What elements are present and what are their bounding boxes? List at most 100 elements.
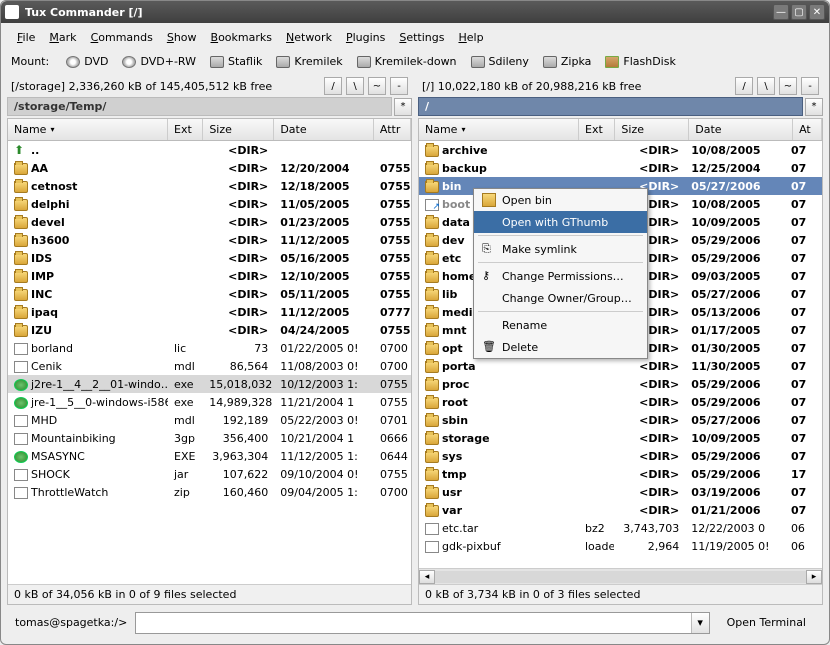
table-row[interactable]: jre-1__5__0-windows-i586exe14,989,32811/… [8, 393, 411, 411]
table-row[interactable]: devel<DIR>01/23/20050755 [8, 213, 411, 231]
menu-settings[interactable]: Settings [393, 29, 450, 46]
table-row[interactable]: storage<DIR>10/09/200507 [419, 429, 822, 447]
mount-kremilek[interactable]: Kremilek [269, 52, 349, 71]
mount-zipka[interactable]: Zipka [536, 52, 599, 71]
scroll-left-icon[interactable]: ◂ [419, 570, 435, 584]
cell-date: 11/08/2003 0! [274, 359, 374, 374]
ctx-rename[interactable]: Rename [474, 314, 647, 336]
right-btn-bslash[interactable]: \ [757, 77, 775, 95]
table-row[interactable]: etc.tarbz23,743,70312/22/2003 006 [419, 519, 822, 537]
close-button[interactable]: ✕ [809, 4, 825, 20]
command-input[interactable] [136, 613, 690, 633]
table-row[interactable]: MHDmdl192,18905/22/2003 0!0701 [8, 411, 411, 429]
left-col-date[interactable]: Date [274, 119, 374, 140]
table-row[interactable]: proc<DIR>05/29/200607 [419, 375, 822, 393]
table-row[interactable]: sbin<DIR>05/27/200607 [419, 411, 822, 429]
table-row[interactable]: j2re-1__4__2__01-windo…exe15,018,03210/1… [8, 375, 411, 393]
table-row[interactable]: INC<DIR>05/11/20050755 [8, 285, 411, 303]
mount-kremilek-down[interactable]: Kremilek-down [350, 52, 464, 71]
mount-staflik[interactable]: Staflik [203, 52, 269, 71]
cell-date: 01/21/2006 [685, 503, 785, 518]
ctx-delete[interactable]: 🗑Delete [474, 336, 647, 358]
scroll-right-icon[interactable]: ▸ [806, 570, 822, 584]
maximize-button[interactable]: ▢ [791, 4, 807, 20]
hd-icon [543, 56, 557, 68]
menu-commands[interactable]: Commands [85, 29, 159, 46]
table-row[interactable]: archive<DIR>10/08/200507 [419, 141, 822, 159]
right-btn-tilde[interactable]: ~ [779, 77, 797, 95]
right-col-date[interactable]: Date [689, 119, 793, 140]
right-col-size[interactable]: Size [615, 119, 689, 140]
left-col-attr[interactable]: Attr [374, 119, 411, 140]
right-btn-minus[interactable]: - [801, 77, 819, 95]
table-row[interactable]: root<DIR>05/29/200607 [419, 393, 822, 411]
table-row[interactable]: SHOCKjar107,62209/10/2004 0!0755 [8, 465, 411, 483]
ctx-make-symlink[interactable]: ⎘Make symlink [474, 238, 647, 260]
ctx-change-owner-group-[interactable]: Change Owner/Group… [474, 287, 647, 309]
mount-dvd+-rw[interactable]: DVD+-RW [115, 52, 203, 71]
ctx-change-permissions-[interactable]: ⚷Change Permissions… [474, 265, 647, 287]
left-path-label[interactable]: /storage/Temp/ [7, 97, 392, 116]
scroll-track[interactable] [435, 571, 806, 583]
table-row[interactable]: porta<DIR>11/30/200507 [419, 357, 822, 375]
cell-ext [579, 383, 614, 385]
minimize-button[interactable]: — [773, 4, 789, 20]
mount-flashdisk[interactable]: FlashDisk [598, 52, 682, 71]
table-row[interactable]: IZU<DIR>04/24/20050755 [8, 321, 411, 339]
left-col-size[interactable]: Size [203, 119, 274, 140]
ctx-open-bin[interactable]: Open bin [474, 189, 647, 211]
cell-attr: 07 [785, 485, 822, 500]
context-menu[interactable]: Open binOpen with GThumb ⎘Make symlink ⚷Ch… [473, 188, 648, 359]
cell-date: 12/25/2004 [685, 161, 785, 176]
right-col-attr[interactable]: At [793, 119, 822, 140]
left-col-ext[interactable]: Ext [168, 119, 203, 140]
menu-help[interactable]: Help [452, 29, 489, 46]
table-row[interactable]: h3600<DIR>11/12/20050755 [8, 231, 411, 249]
right-btn-star[interactable]: * [805, 98, 823, 116]
mount-sdileny[interactable]: Sdileny [464, 52, 536, 71]
open-terminal-button[interactable]: Open Terminal [718, 611, 815, 634]
left-btn-star[interactable]: * [394, 98, 412, 116]
combo-drop-icon[interactable]: ▾ [691, 613, 709, 633]
table-row[interactable]: IDS<DIR>05/16/20050755 [8, 249, 411, 267]
mount-dvd[interactable]: DVD [59, 52, 115, 71]
left-rows[interactable]: ..<DIR>AA<DIR>12/20/20040755cetnost<DIR>… [8, 141, 411, 584]
table-row[interactable]: usr<DIR>03/19/200607 [419, 483, 822, 501]
right-col-ext[interactable]: Ext [579, 119, 615, 140]
table-row[interactable]: var<DIR>01/21/200607 [419, 501, 822, 519]
cell-attr: 0755 [374, 179, 411, 194]
table-row[interactable]: Cenikmdl86,56411/08/2003 0!0700 [8, 357, 411, 375]
left-col-name[interactable]: Name▾ [8, 119, 168, 140]
menu-mark[interactable]: Mark [43, 29, 82, 46]
right-hscrollbar[interactable]: ◂ ▸ [419, 568, 822, 584]
table-row[interactable]: Mountainbiking3gp356,40010/21/2004 10666 [8, 429, 411, 447]
right-col-name[interactable]: Name▾ [419, 119, 579, 140]
table-row[interactable]: cetnost<DIR>12/18/20050755 [8, 177, 411, 195]
table-row[interactable]: ..<DIR> [8, 141, 411, 159]
left-btn-slash[interactable]: / [324, 77, 342, 95]
table-row[interactable]: tmp<DIR>05/29/200617 [419, 465, 822, 483]
table-row[interactable]: delphi<DIR>11/05/20050755 [8, 195, 411, 213]
table-row[interactable]: backup<DIR>12/25/200407 [419, 159, 822, 177]
ctx-open-with-gthumb[interactable]: Open with GThumb [474, 211, 647, 233]
menu-show[interactable]: Show [161, 29, 203, 46]
table-row[interactable]: AA<DIR>12/20/20040755 [8, 159, 411, 177]
table-row[interactable]: IMP<DIR>12/10/20050755 [8, 267, 411, 285]
left-btn-tilde[interactable]: ~ [368, 77, 386, 95]
table-row[interactable]: sys<DIR>05/29/200607 [419, 447, 822, 465]
table-row[interactable]: gdk-pixbufloader2,96411/19/2005 0!06 [419, 537, 822, 555]
table-row[interactable]: ThrottleWatchzip160,46009/04/2005 1:0700 [8, 483, 411, 501]
command-combo[interactable]: ▾ [135, 612, 709, 634]
menu-plugins[interactable]: Plugins [340, 29, 391, 46]
link-icon [425, 199, 439, 211]
left-btn-minus[interactable]: - [390, 77, 408, 95]
menu-file[interactable]: File [11, 29, 41, 46]
table-row[interactable]: borlandlic7301/22/2005 0!0700 [8, 339, 411, 357]
left-btn-bslash[interactable]: \ [346, 77, 364, 95]
table-row[interactable]: MSASYNCEXE3,963,30411/12/2005 1:0644 [8, 447, 411, 465]
menu-network[interactable]: Network [280, 29, 338, 46]
menu-bookmarks[interactable]: Bookmarks [205, 29, 278, 46]
table-row[interactable]: ipaq<DIR>11/12/20050777 [8, 303, 411, 321]
right-path-label[interactable]: / [418, 97, 803, 116]
right-btn-slash[interactable]: / [735, 77, 753, 95]
